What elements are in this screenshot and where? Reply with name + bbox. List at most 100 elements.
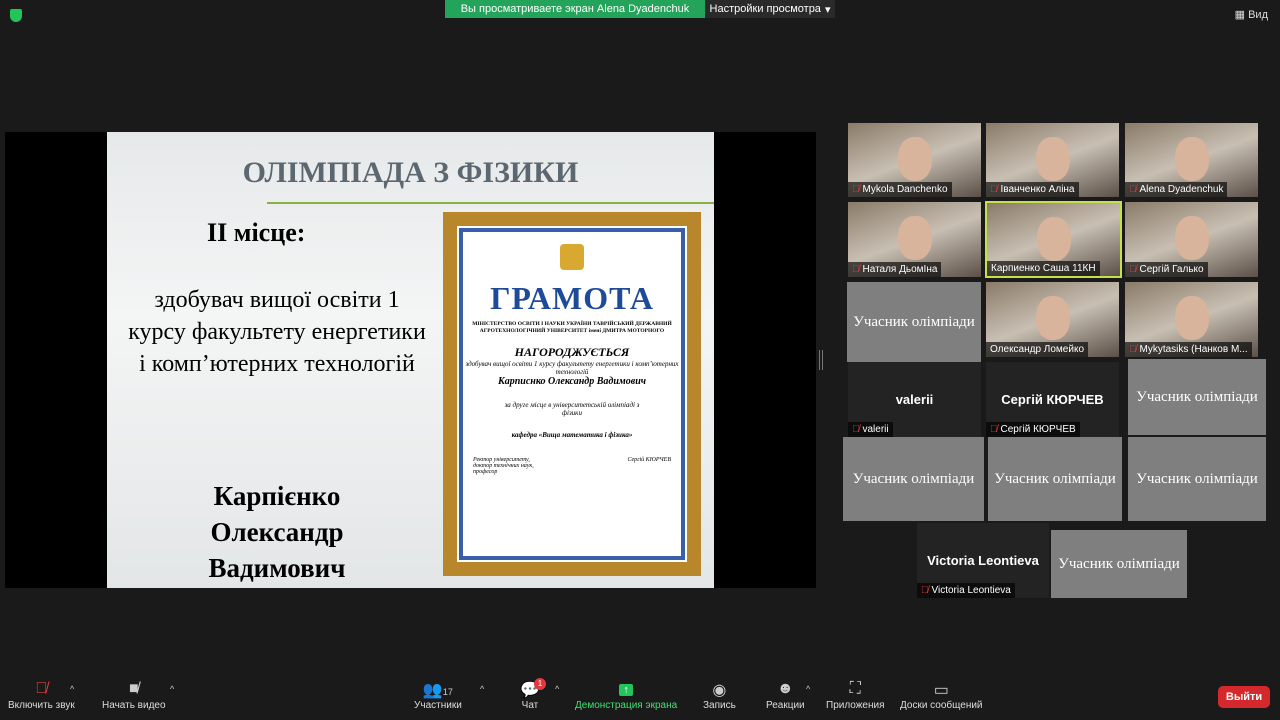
participant-video xyxy=(1036,217,1071,261)
certificate-reason: за друге місце в університетській олімпі… xyxy=(504,401,640,417)
participant-video xyxy=(1035,296,1070,340)
participant-name: Учасник олімпіади xyxy=(1058,555,1180,572)
chat-badge: 1 xyxy=(534,678,546,690)
participant-label: 🎙̸ Наталя ДьомІна xyxy=(848,262,942,277)
participant-label: Олександр Ломейко xyxy=(986,342,1089,357)
share-screen-icon: ↑ xyxy=(575,680,677,700)
start-video-button[interactable]: ■̸ Начать видео xyxy=(102,680,166,711)
certificate-org: МІНІСТЕРСТВО ОСВІТИ І НАУКИ УКРАЇНИ ТАВР… xyxy=(472,321,672,334)
certificate-awarded: НАГОРОДЖУЄТЬСЯ xyxy=(514,345,630,359)
muted-mic-icon: 🎙̸ xyxy=(990,424,998,435)
participant-name: Mykytasiks (Нанков М... xyxy=(1139,344,1248,355)
participant-name: Учасник олімпіади xyxy=(852,470,975,487)
record-label: Запись xyxy=(703,700,736,711)
participant-label: 🎙̸ Сергій Галько xyxy=(1125,262,1208,277)
participant-tile[interactable]: Учасник олімпіади xyxy=(1128,437,1266,521)
participants-icon: 👥17 xyxy=(422,682,453,699)
participants-button[interactable]: 👥17 Участники xyxy=(414,680,462,711)
participant-tile[interactable]: 🎙̸ Mykytasiks (Нанков М... xyxy=(1125,282,1258,357)
apps-icon: ⛶ xyxy=(849,680,861,697)
certificate-image: ГРАМОТА МІНІСТЕРСТВО ОСВІТИ І НАУКИ УКРА… xyxy=(443,212,701,576)
participant-tile[interactable]: Карпиенко Саша 11КН xyxy=(985,201,1122,278)
certificate-recipient-desc: здобувач вищої освіти 1 курсу факультету… xyxy=(465,360,679,376)
participant-tile[interactable]: Олександр Ломейко xyxy=(986,282,1119,357)
muted-mic-icon: 🎙̸ xyxy=(1129,344,1137,355)
participant-label: 🎙̸ valerii xyxy=(848,422,893,437)
muted-mic-icon: 🎙̸ xyxy=(990,184,998,195)
chevron-down-icon: ▾ xyxy=(824,3,831,16)
participant-tile[interactable]: Учасник олімпіади xyxy=(1051,530,1187,598)
reactions-button[interactable]: ☻ Реакции xyxy=(766,680,805,711)
whiteboard-icon: ▭ xyxy=(933,682,949,699)
participant-tile[interactable]: Сергій КЮРЧЕВ 🎙̸ Сергій КЮРЧЕВ xyxy=(986,362,1119,437)
view-options-label: Настройки просмотра xyxy=(709,3,821,15)
participant-label: 🎙̸ Іванченко Аліна xyxy=(986,182,1079,197)
participant-name: valerii xyxy=(862,424,889,435)
participant-label: 🎙̸ Сергій КЮРЧЕВ xyxy=(986,422,1080,437)
participant-tile[interactable]: 🎙̸ Mykola Danchenko xyxy=(848,123,981,197)
record-button[interactable]: ◉ Запись xyxy=(703,680,736,711)
viewing-screen-banner: Вы просматриваете экран Alena Dyadenchuk xyxy=(445,0,705,18)
participant-name: Учасник олімпіади xyxy=(1136,470,1258,487)
whiteboards-button[interactable]: ▭ Доски сообщений xyxy=(900,680,983,711)
coat-of-arms-icon xyxy=(560,244,584,270)
participant-name: Alena Dyadenchuk xyxy=(1139,184,1224,195)
participant-video xyxy=(1174,296,1209,340)
participant-video xyxy=(897,137,932,181)
share-screen-label: Демонстрация экрана xyxy=(575,700,678,711)
participant-name: Наталя ДьомІна xyxy=(862,264,938,275)
participant-tile[interactable]: Учасник олімпіади xyxy=(847,282,981,362)
signer-name: Сергій КЮРЧЕВ xyxy=(627,457,671,463)
participant-label: Карпиенко Саша 11КН xyxy=(987,261,1100,276)
chat-caret[interactable]: ^ xyxy=(555,684,559,694)
participant-video xyxy=(1174,216,1209,260)
participants-count: 17 xyxy=(442,687,453,697)
participant-name: Victoria Leontieva xyxy=(931,585,1011,596)
meeting-toolbar: 🎙̸ Включить звук ^ ■̸ Начать видео ^ 👥17 Уч… xyxy=(0,670,1280,720)
certificate-recipient: Карписнко Олександр Вадимович xyxy=(497,376,647,387)
video-off-icon: ■̸ xyxy=(128,680,139,697)
certificate-heading: ГРАМОТА xyxy=(490,280,654,316)
participant-tile[interactable]: 🎙̸ Сергій Галько xyxy=(1125,202,1258,277)
participant-tile[interactable]: Учасник олімпіади xyxy=(1128,359,1266,435)
chat-button[interactable]: 💬 1 Чат xyxy=(520,678,546,711)
participant-tile[interactable]: Учасник олімпіади xyxy=(843,437,984,521)
participant-tile[interactable]: valerii 🎙̸ valerii xyxy=(848,362,981,437)
audio-options-caret[interactable]: ^ xyxy=(70,684,74,694)
video-options-caret[interactable]: ^ xyxy=(170,684,174,694)
presentation-slide: ОЛІМПІАДА З ФІЗИКИ ІІ місце: здобувач ви… xyxy=(107,132,714,588)
participant-name: Учасник олімпіади xyxy=(1136,388,1258,405)
share-screen-button[interactable]: ↑ Демонстрация экрана xyxy=(575,680,677,711)
participant-tile[interactable]: 🎙̸ Іванченко Аліна xyxy=(986,123,1119,197)
participant-tile[interactable]: 🎙̸ Наталя ДьомІна xyxy=(848,202,981,277)
participants-caret[interactable]: ^ xyxy=(480,684,484,694)
reactions-caret[interactable]: ^ xyxy=(806,684,810,694)
leave-button[interactable]: Выйти xyxy=(1218,686,1270,708)
start-video-label: Начать видео xyxy=(102,700,166,711)
participant-name: Учасник олімпіади xyxy=(853,313,975,330)
participant-tile[interactable]: Victoria Leontieva 🎙̸ Victoria Leontieva xyxy=(917,523,1049,598)
participant-video xyxy=(897,216,932,260)
view-button[interactable]: ▦ Вид xyxy=(1235,8,1268,21)
participant-name: Сергій Галько xyxy=(1139,264,1204,275)
participant-tile[interactable]: Учасник олімпіади xyxy=(988,437,1122,521)
signer-title: Ректор університету, доктор технічних на… xyxy=(473,457,534,475)
muted-mic-icon: 🎙̸ xyxy=(852,184,860,195)
participant-label: 🎙̸ Alena Dyadenchuk xyxy=(1125,182,1228,197)
view-options-button[interactable]: Настройки просмотра ▾ xyxy=(705,0,835,18)
participant-display-name: Сергій КЮРЧЕВ xyxy=(1001,392,1104,407)
participant-name: Іванченко Аліна xyxy=(1000,184,1075,195)
muted-mic-icon: 🎙̸ xyxy=(921,585,929,596)
resize-handle[interactable] xyxy=(819,350,823,370)
unmute-label: Включить звук xyxy=(8,700,75,711)
whiteboards-label: Доски сообщений xyxy=(900,700,983,711)
participant-tile[interactable]: 🎙̸ Alena Dyadenchuk xyxy=(1125,123,1258,197)
muted-mic-icon: 🎙̸ xyxy=(35,680,48,697)
unmute-button[interactable]: 🎙̸ Включить звук xyxy=(8,680,75,711)
encryption-shield-icon[interactable] xyxy=(10,9,22,22)
winner-name: Карпієнко Олександр Вадимович xyxy=(208,481,346,583)
apps-label: Приложения xyxy=(826,700,885,711)
apps-button[interactable]: ⛶ Приложения xyxy=(826,680,885,711)
record-icon: ◉ xyxy=(712,682,727,699)
participant-video xyxy=(1174,137,1209,181)
